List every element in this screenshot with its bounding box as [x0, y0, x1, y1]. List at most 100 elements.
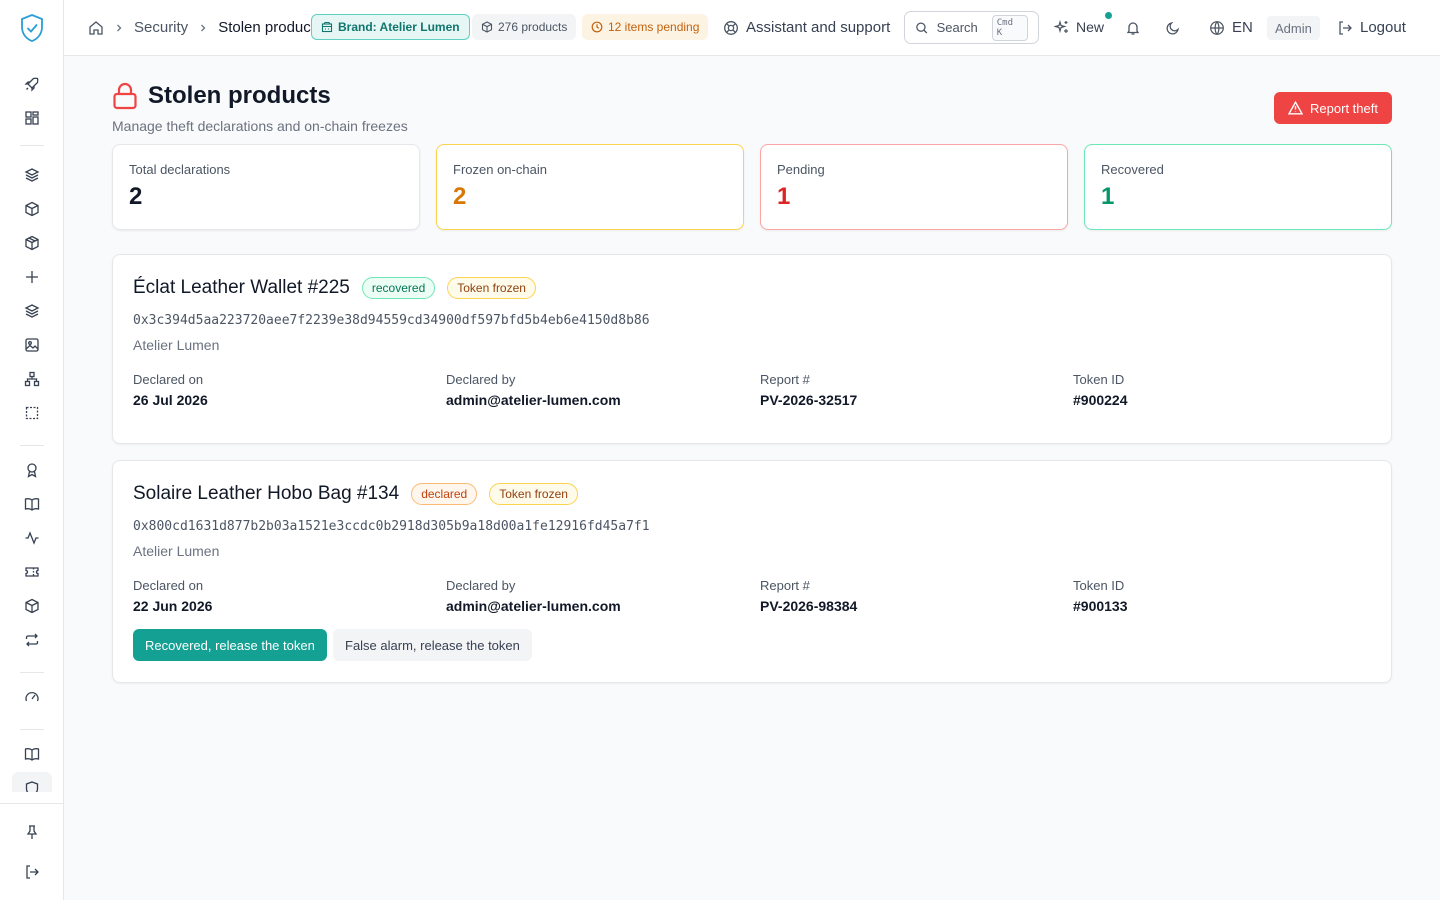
- bell-icon[interactable]: [1125, 20, 1141, 36]
- sidebar-logout-icon[interactable]: [22, 862, 42, 882]
- stat-frozen-on-chain: Frozen on-chain 2: [436, 144, 744, 230]
- search-shortcut: Cmd K: [991, 14, 1028, 41]
- assistant-support-link[interactable]: Assistant and support: [723, 19, 890, 36]
- page-subtitle: Manage theft declarations and on-chain f…: [112, 118, 408, 134]
- stat-value: 1: [1101, 183, 1115, 210]
- declared-by-field: Declared by admin@atelier-lumen.com: [446, 372, 621, 408]
- sidebar-divider: [20, 145, 44, 146]
- network-icon[interactable]: [22, 369, 42, 389]
- stat-recovered: Recovered 1: [1084, 144, 1392, 230]
- breadcrumb-security[interactable]: Security: [134, 19, 188, 36]
- shield-icon[interactable]: [22, 778, 42, 792]
- layers-icon[interactable]: [22, 165, 42, 185]
- chevron-right-icon: [201, 24, 206, 31]
- field-label: Declared by: [446, 372, 516, 387]
- lock-icon: [113, 82, 137, 110]
- stat-label: Total declarations: [129, 162, 231, 177]
- topbar: Security Stolen products Brand: Atelier …: [64, 0, 1440, 56]
- status-badge: declared: [411, 483, 478, 505]
- report-theft-label: Report theft: [1310, 100, 1378, 116]
- page-header: Stolen products: [112, 82, 331, 110]
- rocket-icon[interactable]: [22, 74, 42, 94]
- field-label: Token ID: [1073, 372, 1125, 387]
- recovered-release-token-button[interactable]: Recovered, release the token: [133, 629, 327, 661]
- field-value: #900224: [1073, 392, 1128, 408]
- image-icon[interactable]: [22, 335, 42, 355]
- plus-icon[interactable]: [22, 267, 42, 287]
- field-label: Report #: [760, 372, 810, 387]
- clock-icon: [591, 21, 603, 33]
- field-value: #900133: [1073, 598, 1128, 614]
- token-id-field: Token ID #900224: [1073, 372, 1128, 408]
- sidebar: [0, 0, 64, 900]
- sidebar-divider: [20, 672, 44, 673]
- token-status-badge: Token frozen: [489, 483, 578, 505]
- token-id-field: Token ID #900133: [1073, 578, 1128, 614]
- stat-total-declarations: Total declarations 2: [112, 144, 420, 230]
- building-icon: [321, 21, 333, 33]
- home-icon[interactable]: [88, 20, 104, 36]
- declaration-card[interactable]: Solaire Leather Hobo Bag #134 declared T…: [112, 460, 1392, 683]
- search-placeholder: Search: [936, 20, 978, 35]
- field-value: 26 Jul 2026: [133, 392, 208, 408]
- activity-icon[interactable]: [22, 528, 42, 548]
- logout-label: Logout: [1360, 19, 1406, 36]
- moon-icon[interactable]: [1165, 20, 1181, 36]
- shield-check-logo-icon[interactable]: [19, 13, 45, 43]
- dashboard-grid-icon[interactable]: [22, 108, 42, 128]
- assistant-support-label: Assistant and support: [746, 19, 891, 36]
- declaration-card[interactable]: Éclat Leather Wallet #225 recovered Toke…: [112, 254, 1392, 444]
- stat-label: Pending: [777, 162, 825, 177]
- field-label: Declared by: [446, 578, 516, 593]
- repeat-icon[interactable]: [22, 630, 42, 650]
- sparkles-icon: [1054, 19, 1068, 34]
- book-open-icon[interactable]: [22, 494, 42, 514]
- field-value: PV-2026-98384: [760, 598, 858, 614]
- page-title: Stolen products: [148, 82, 331, 109]
- brand-badge[interactable]: Brand: Atelier Lumen: [311, 14, 470, 40]
- product-brand: Atelier Lumen: [133, 543, 220, 559]
- stack-icon[interactable]: [22, 301, 42, 321]
- ticket-icon[interactable]: [22, 562, 42, 582]
- box-icon[interactable]: [22, 199, 42, 219]
- breadcrumb: Security Stolen products: [88, 19, 322, 36]
- stat-value: 1: [777, 183, 791, 210]
- field-value: PV-2026-32517: [760, 392, 858, 408]
- declared-by-field: Declared by admin@atelier-lumen.com: [446, 578, 621, 614]
- declared-on-field: Declared on 22 Jun 2026: [133, 578, 212, 614]
- stat-label: Recovered: [1101, 162, 1164, 177]
- language-label: EN: [1232, 19, 1253, 36]
- products-count-label: 276 products: [498, 20, 568, 34]
- products-count-badge[interactable]: 276 products: [472, 14, 577, 40]
- brand-badge-label: Brand: Atelier Lumen: [338, 20, 460, 34]
- award-icon[interactable]: [22, 460, 42, 480]
- false-alarm-release-token-button[interactable]: False alarm, release the token: [333, 629, 532, 661]
- stat-pending: Pending 1: [760, 144, 1068, 230]
- declaration-title-row: Éclat Leather Wallet #225 recovered Toke…: [133, 277, 536, 299]
- pin-icon[interactable]: [22, 822, 42, 842]
- breadcrumb-current: Stolen products: [218, 19, 323, 36]
- gauge-icon[interactable]: [22, 687, 42, 707]
- new-label: New: [1076, 19, 1105, 35]
- declaration-title-row: Solaire Leather Hobo Bag #134 declared T…: [133, 483, 578, 505]
- package-icon[interactable]: [22, 233, 42, 253]
- book-icon[interactable]: [22, 744, 42, 764]
- report-theft-button[interactable]: Report theft: [1274, 92, 1392, 124]
- chevron-right-icon: [117, 24, 122, 31]
- language-selector[interactable]: EN: [1209, 19, 1253, 36]
- token-hash: 0x800cd1631d877b2b03a1521e3ccdc0b2918d30…: [133, 519, 650, 534]
- scan-icon[interactable]: [22, 403, 42, 423]
- logout-button[interactable]: Logout: [1337, 19, 1406, 36]
- new-indicator-dot: [1105, 12, 1112, 19]
- field-label: Declared on: [133, 372, 204, 387]
- field-value: 22 Jun 2026: [133, 598, 213, 614]
- globe-icon: [1210, 20, 1224, 35]
- pending-items-badge[interactable]: 12 items pending: [582, 14, 709, 40]
- alert-triangle-icon: [1288, 101, 1304, 115]
- declared-on-field: Declared on 26 Jul 2026: [133, 372, 208, 408]
- package-check-icon[interactable]: [22, 596, 42, 616]
- search-box[interactable]: Search Cmd K: [904, 11, 1039, 44]
- new-button[interactable]: New: [1054, 19, 1104, 35]
- report-number-field: Report # PV-2026-98384: [760, 578, 857, 614]
- status-badge: recovered: [361, 277, 436, 299]
